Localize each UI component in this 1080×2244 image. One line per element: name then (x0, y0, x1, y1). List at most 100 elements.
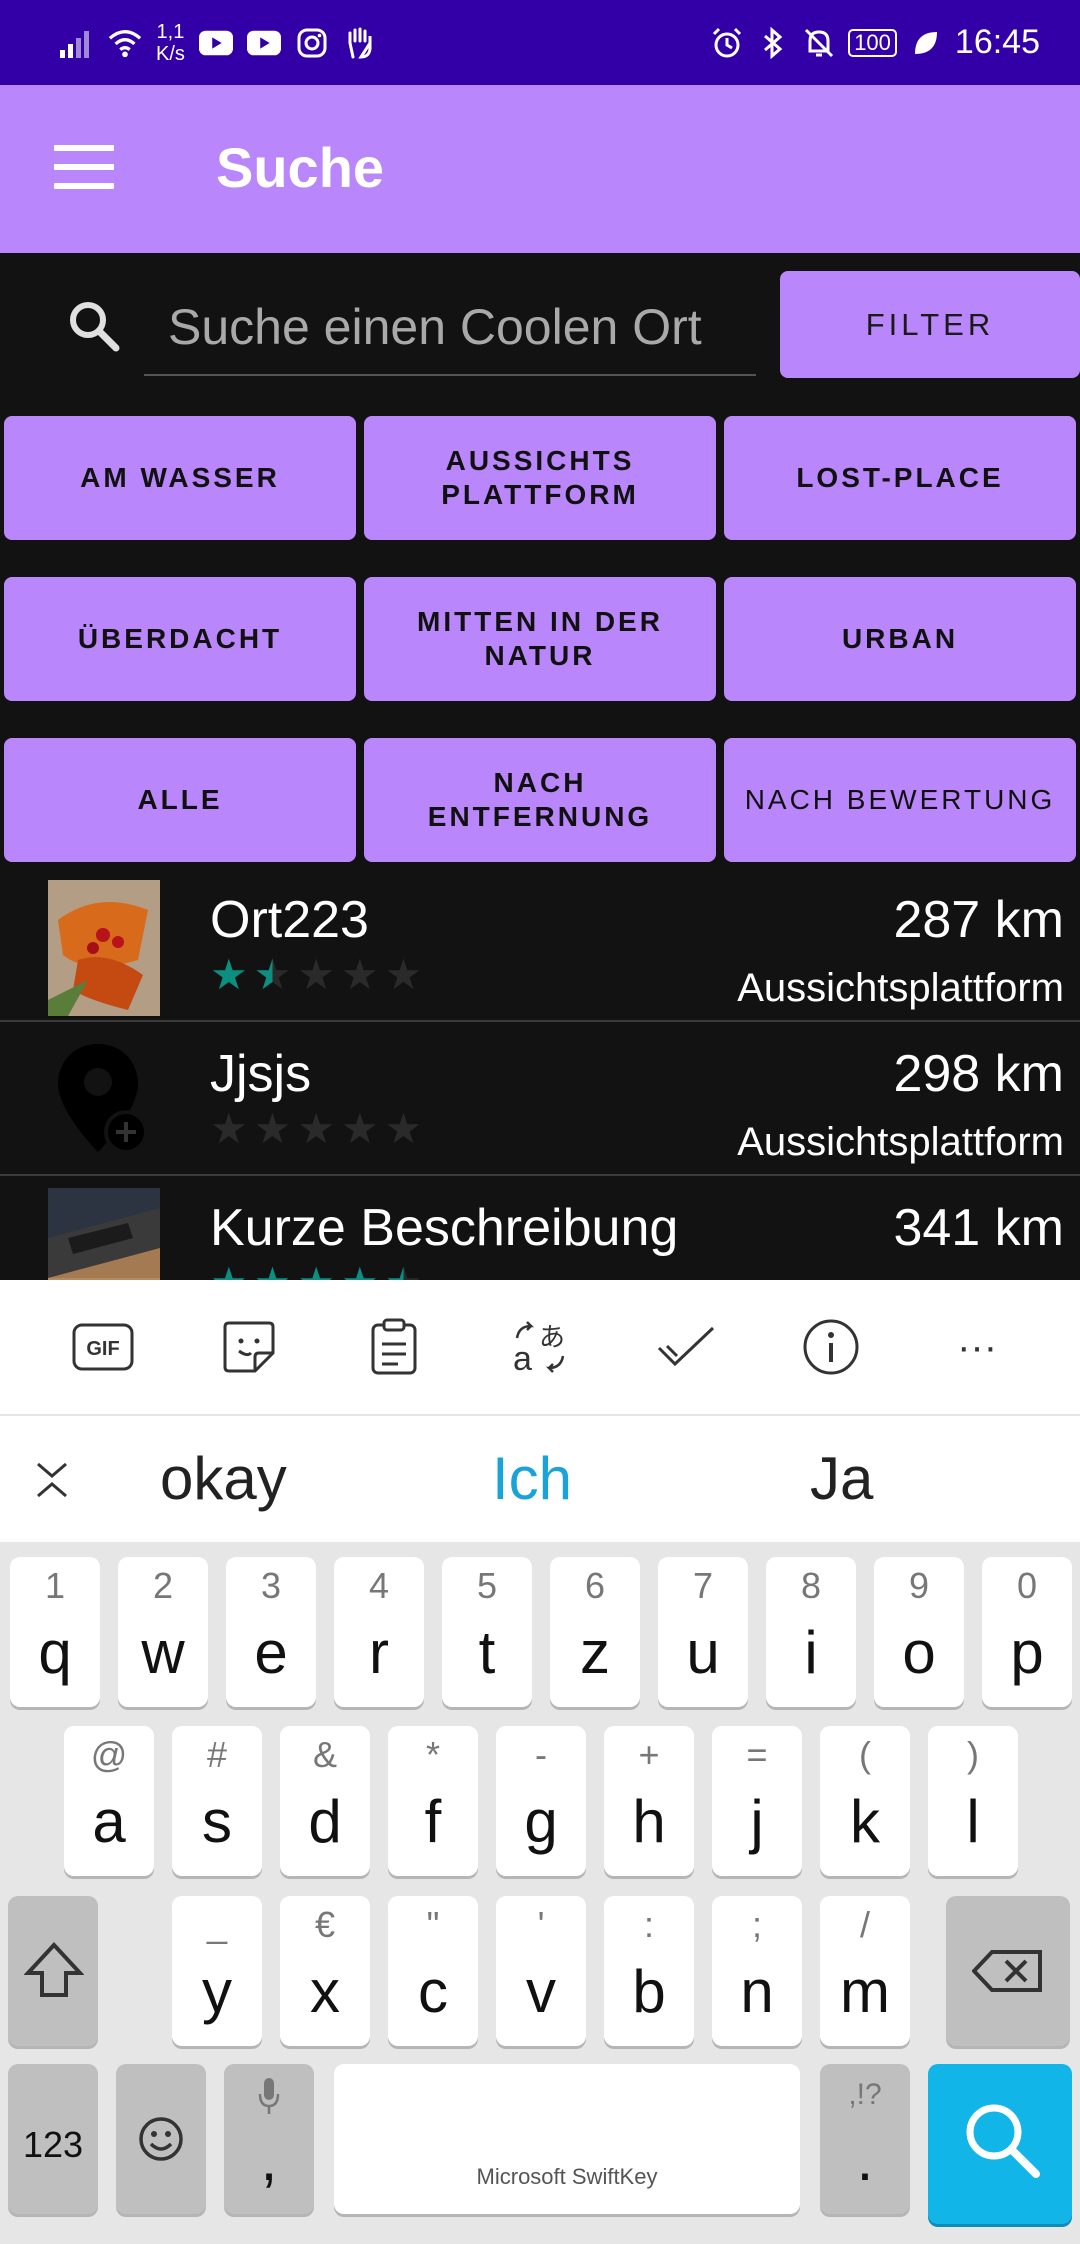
list-item[interactable]: Jjsjs 298 km ★ ★ ★ ★ ★ Aussichtsplattfor… (0, 1024, 1080, 1176)
category-lost-place[interactable]: LOST-PLACE (724, 416, 1076, 540)
key-secondary-label: - (535, 1734, 547, 1775)
shift-key[interactable] (8, 1896, 98, 2046)
period-key[interactable]: ,!? . (820, 2064, 910, 2214)
key-f[interactable]: * f (388, 1726, 478, 1876)
sticker-icon[interactable] (216, 1314, 282, 1380)
place-name: Jjsjs (210, 1045, 312, 1103)
key-label: q (38, 1619, 72, 1686)
list-item[interactable]: Ort223 287 km ★ ★ ★ ★ ★ Aussichtsplattfo… (0, 870, 1080, 1022)
key-secondary-label: € (314, 1904, 336, 1945)
key-n[interactable]: ; n (712, 1896, 802, 2046)
key-w[interactable]: 2w (118, 1557, 208, 1707)
key-b[interactable]: :b (604, 1896, 694, 2046)
search-input[interactable] (144, 280, 756, 376)
more-icon[interactable]: ··· (944, 1314, 1010, 1380)
key-k[interactable]: (k (820, 1726, 910, 1876)
backspace-key[interactable] (946, 1896, 1070, 2046)
gif-icon[interactable]: GIF (70, 1314, 136, 1380)
key-secondary-label: 3 (260, 1565, 282, 1606)
clipboard-icon[interactable] (361, 1314, 427, 1380)
place-thumbnail (48, 1188, 160, 1280)
key-m[interactable]: / m (820, 1896, 910, 2046)
key-secondary-label: " (426, 1904, 440, 1945)
suggestion-right[interactable]: Ja (810, 1444, 873, 1513)
key-secondary-label: = (746, 1734, 768, 1775)
key-label: g (524, 1788, 558, 1855)
signal-icon (60, 26, 94, 60)
category-alle[interactable]: ALLE (4, 738, 356, 862)
key-secondary-label: ' (537, 1904, 545, 1945)
comma-key[interactable]: , (224, 2064, 314, 2214)
emoji-key[interactable] (116, 2064, 206, 2214)
search-key[interactable] (928, 2064, 1072, 2224)
key-t[interactable]: 5t (442, 1557, 532, 1707)
category-urban[interactable]: URBAN (724, 577, 1076, 701)
sort-nach-bewertung[interactable]: NACH BEWERTUNG (724, 738, 1076, 862)
youtube-icon (198, 26, 233, 60)
key-label: b (632, 1958, 666, 2025)
filter-button[interactable]: FILTER (780, 271, 1080, 378)
suggestion-middle[interactable]: Ich (492, 1444, 572, 1513)
key-p[interactable]: 0p (982, 1557, 1072, 1707)
comma-label: , (260, 2126, 278, 2193)
info-icon[interactable] (798, 1314, 864, 1380)
category-ueberdacht[interactable]: ÜBERDACHT (4, 577, 356, 701)
key-o[interactable]: 9o (874, 1557, 964, 1707)
key-r[interactable]: 4r (334, 1557, 424, 1707)
key-secondary-label: 8 (800, 1565, 822, 1606)
key-label: h (632, 1788, 666, 1855)
star-icon: ★ (297, 1258, 335, 1280)
checkmark-icon[interactable] (653, 1314, 719, 1380)
leaf-icon (909, 26, 943, 60)
key-y[interactable]: _ y (172, 1896, 262, 2046)
key-s[interactable]: # s (172, 1726, 262, 1876)
sort-nach-entfernung[interactable]: NACH ENTFERNUNG (364, 738, 716, 862)
star-half-icon: ★ (385, 1258, 423, 1280)
key-label: e (254, 1619, 288, 1686)
numbers-key[interactable]: 123 (8, 2064, 98, 2214)
key-e[interactable]: 3e (226, 1557, 316, 1707)
key-secondary-label: 7 (692, 1565, 714, 1606)
key-j[interactable]: = j (712, 1726, 802, 1876)
key-q[interactable]: 1q (10, 1557, 100, 1707)
key-label: k (850, 1788, 880, 1855)
category-aussichtsplattform[interactable]: AUSSICHTS PLATTFORM (364, 416, 716, 540)
suggestion-left[interactable]: okay (160, 1444, 287, 1513)
speed-value: 1,1 (156, 20, 185, 43)
key-secondary-label: : (643, 1904, 654, 1945)
place-category: Aussichtsplattform (737, 1120, 1064, 1164)
collapse-icon[interactable] (34, 1460, 70, 1500)
space-key[interactable]: Microsoft SwiftKey (334, 2064, 800, 2214)
key-x[interactable]: € x (280, 1896, 370, 2046)
key-secondary-label: _ (206, 1904, 228, 1945)
keyboard: 123 , Microsoft SwiftKey ,!? . 1q2w3e4r5… (0, 1542, 1080, 2244)
key-i[interactable]: 8i (766, 1557, 856, 1707)
battery-indicator: 100 (848, 28, 897, 57)
menu-icon[interactable] (54, 145, 114, 189)
key-z[interactable]: 6z (550, 1557, 640, 1707)
star-icon: ★ (297, 1105, 335, 1152)
key-secondary-label: ( (859, 1734, 871, 1775)
translate-icon[interactable]: aあ (507, 1314, 573, 1380)
star-icon: ★ (210, 951, 248, 998)
app-bar: Suche (0, 85, 1080, 253)
key-v[interactable]: ' v (496, 1896, 586, 2046)
key-l[interactable]: ) l (928, 1726, 1018, 1876)
key-secondary-label: 4 (368, 1565, 390, 1606)
key-secondary-label: 5 (476, 1565, 498, 1606)
category-mitten-in-der-natur[interactable]: MITTEN IN DER NATUR (364, 577, 716, 701)
key-g[interactable]: -g (496, 1726, 586, 1876)
clock: 16:45 (954, 23, 1040, 61)
gif-label: GIF (86, 1338, 119, 1360)
key-u[interactable]: 7u (658, 1557, 748, 1707)
list-item[interactable]: Kurze Beschreibung 341 km ★ ★ ★ ★ ★ (0, 1178, 1080, 1280)
key-label: n (740, 1958, 774, 2025)
key-d[interactable]: & d (280, 1726, 370, 1876)
key-c[interactable]: " c (388, 1896, 478, 2046)
key-a[interactable]: @ a (64, 1726, 154, 1876)
category-am-wasser[interactable]: AM WASSER (4, 416, 356, 540)
key-h[interactable]: + h (604, 1726, 694, 1876)
place-name: Kurze Beschreibung (210, 1199, 679, 1257)
key-label: d (308, 1788, 342, 1855)
key-label: s (202, 1788, 232, 1855)
